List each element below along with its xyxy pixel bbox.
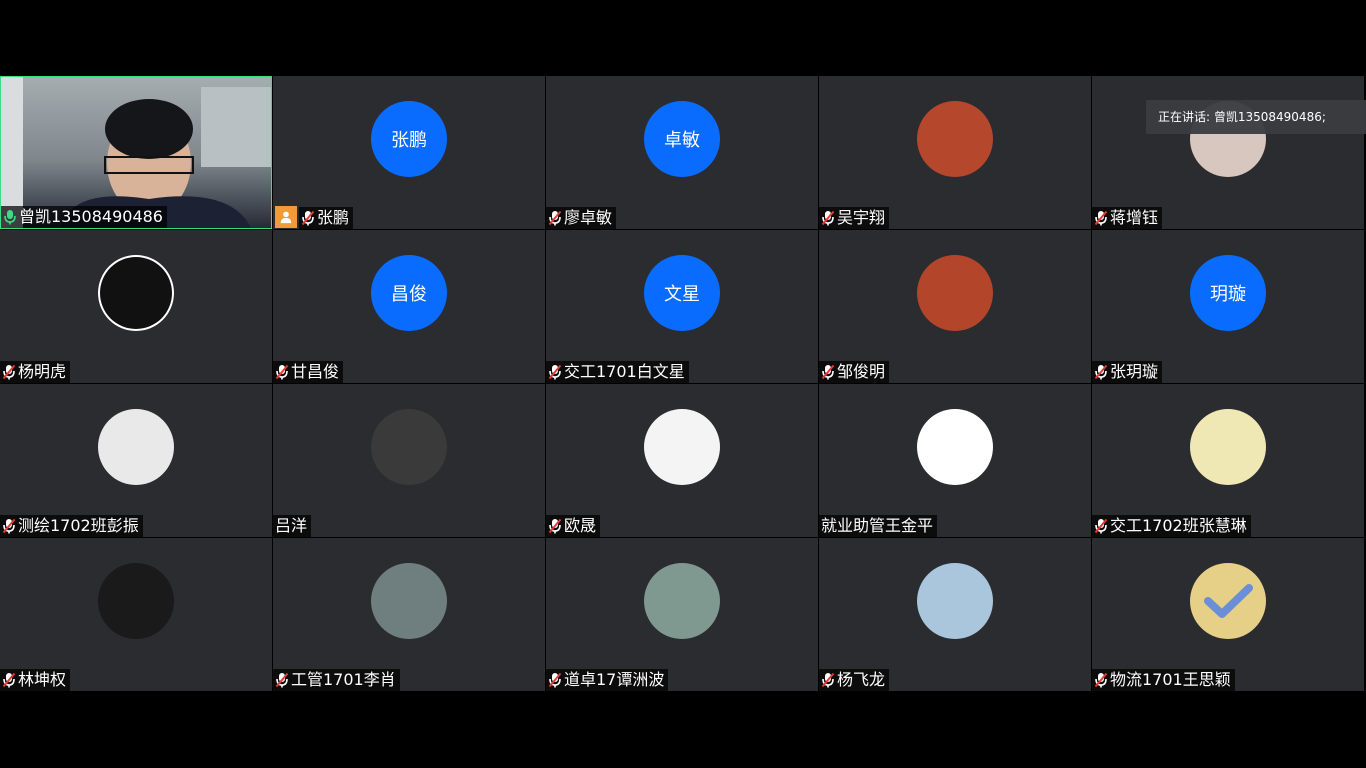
participant-tile[interactable]: 物流1701王思颖 — [1092, 538, 1364, 691]
name-label: 就业助管王金平 — [819, 515, 938, 537]
name-label: 物流1701王思颖 — [1092, 669, 1235, 691]
name-label: 交工1701白文星 — [546, 361, 689, 383]
participant-avatar — [917, 255, 993, 331]
participant-tile[interactable]: 道卓17谭洲波 — [546, 538, 818, 691]
participant-avatar: 玥璇 — [1190, 255, 1266, 331]
name-label: 邹俊明 — [819, 361, 890, 383]
participant-name: 张玥璇 — [1110, 362, 1159, 381]
microphone-muted-icon — [1094, 518, 1108, 534]
participant-avatar — [644, 409, 720, 485]
microphone-muted-icon — [301, 210, 315, 226]
participant-name: 甘昌俊 — [291, 362, 340, 381]
participant-tile[interactable]: 曾凯13508490486 — [0, 76, 272, 229]
participant-avatar — [644, 563, 720, 639]
participant-tile[interactable]: 文星交工1701白文星 — [546, 230, 818, 383]
participant-tile[interactable]: 蒋增钰 — [1092, 76, 1364, 229]
microphone-muted-icon — [548, 672, 562, 688]
name-label: 廖卓敏 — [546, 207, 617, 229]
participant-tile[interactable]: 杨明虎 — [0, 230, 272, 383]
participant-name: 张鹏 — [317, 208, 350, 227]
participant-tile[interactable]: 工管1701李肖 — [273, 538, 545, 691]
participant-name: 交工1702班张慧琳 — [1110, 516, 1247, 535]
participant-name: 吕洋 — [275, 516, 308, 535]
microphone-icon — [3, 209, 17, 225]
participant-avatar — [917, 101, 993, 177]
participant-avatar: 昌俊 — [371, 255, 447, 331]
participant-name: 工管1701李肖 — [291, 670, 396, 689]
participant-avatar: 文星 — [644, 255, 720, 331]
participant-tile[interactable]: 昌俊甘昌俊 — [273, 230, 545, 383]
participant-name: 廖卓敏 — [564, 208, 613, 227]
participant-name: 欧晟 — [564, 516, 597, 535]
microphone-muted-icon — [548, 364, 562, 380]
participant-tile[interactable]: 测绘1702班彭振 — [0, 384, 272, 537]
name-label: 工管1701李肖 — [273, 669, 400, 691]
name-label: 张鹏 — [299, 207, 354, 229]
checkmark-avatar — [1190, 563, 1266, 639]
microphone-muted-icon — [275, 364, 289, 380]
participant-name: 杨飞龙 — [837, 670, 886, 689]
name-label: 甘昌俊 — [273, 361, 344, 383]
participant-avatar — [917, 409, 993, 485]
participant-tile[interactable]: 杨飞龙 — [819, 538, 1091, 691]
microphone-muted-icon — [821, 364, 835, 380]
microphone-muted-icon — [2, 672, 16, 688]
name-label: 杨飞龙 — [819, 669, 890, 691]
name-label: 测绘1702班彭振 — [0, 515, 143, 537]
participant-name: 邹俊明 — [837, 362, 886, 381]
participant-name: 道卓17谭洲波 — [564, 670, 665, 689]
participant-name: 吴宇翔 — [837, 208, 886, 227]
name-label: 吕洋 — [273, 515, 312, 537]
microphone-muted-icon — [275, 672, 289, 688]
participant-avatar — [98, 255, 174, 331]
host-icon — [275, 206, 297, 228]
participant-tile[interactable]: 就业助管王金平 — [819, 384, 1091, 537]
microphone-muted-icon — [821, 672, 835, 688]
participant-avatar — [98, 563, 174, 639]
speaking-indicator: 正在讲话: 曾凯13508490486; — [1146, 100, 1366, 134]
participant-avatar — [371, 563, 447, 639]
microphone-muted-icon — [1094, 364, 1108, 380]
participant-tile[interactable]: 张鹏 张鹏 — [273, 76, 545, 229]
participant-name: 杨明虎 — [18, 362, 67, 381]
participant-tile[interactable]: 交工1702班张慧琳 — [1092, 384, 1364, 537]
participant-avatar — [371, 409, 447, 485]
name-label: 曾凯13508490486 — [1, 206, 167, 228]
participant-name: 曾凯13508490486 — [19, 207, 163, 226]
participant-name: 交工1701白文星 — [564, 362, 685, 381]
participant-name: 物流1701王思颖 — [1110, 670, 1231, 689]
microphone-muted-icon — [1094, 210, 1108, 226]
participant-name: 测绘1702班彭振 — [18, 516, 139, 535]
name-label: 蒋增钰 — [1092, 207, 1163, 229]
name-label: 杨明虎 — [0, 361, 71, 383]
name-label: 吴宇翔 — [819, 207, 890, 229]
microphone-muted-icon — [548, 210, 562, 226]
name-label: 林坤权 — [0, 669, 71, 691]
microphone-muted-icon — [821, 210, 835, 226]
participant-tile[interactable]: 邹俊明 — [819, 230, 1091, 383]
participant-tile[interactable]: 林坤权 — [0, 538, 272, 691]
name-label: 道卓17谭洲波 — [546, 669, 669, 691]
microphone-muted-icon — [548, 518, 562, 534]
participant-avatar — [917, 563, 993, 639]
participant-tile[interactable]: 吴宇翔 — [819, 76, 1091, 229]
name-label: 欧晟 — [546, 515, 601, 537]
microphone-muted-icon — [1094, 672, 1108, 688]
participant-tile[interactable]: 玥璇张玥璇 — [1092, 230, 1364, 383]
participant-avatar: 张鹏 — [371, 101, 447, 177]
participant-name: 就业助管王金平 — [821, 516, 934, 535]
participant-avatar — [98, 409, 174, 485]
name-label: 交工1702班张慧琳 — [1092, 515, 1251, 537]
participant-tile[interactable]: 卓敏廖卓敏 — [546, 76, 818, 229]
participant-tile[interactable]: 吕洋 — [273, 384, 545, 537]
microphone-muted-icon — [2, 518, 16, 534]
participant-tile[interactable]: 欧晟 — [546, 384, 818, 537]
participant-name: 蒋增钰 — [1110, 208, 1159, 227]
participant-avatar: 卓敏 — [644, 101, 720, 177]
name-label: 张玥璇 — [1092, 361, 1163, 383]
microphone-muted-icon — [2, 364, 16, 380]
participant-avatar — [1190, 409, 1266, 485]
participant-grid: 曾凯13508490486 张鹏 张鹏 卓敏 廖卓敏 吴宇翔 蒋增钰 杨明虎 昌俊 甘昌俊 文星 交工… — [0, 75, 1366, 692]
participant-name: 林坤权 — [18, 670, 67, 689]
